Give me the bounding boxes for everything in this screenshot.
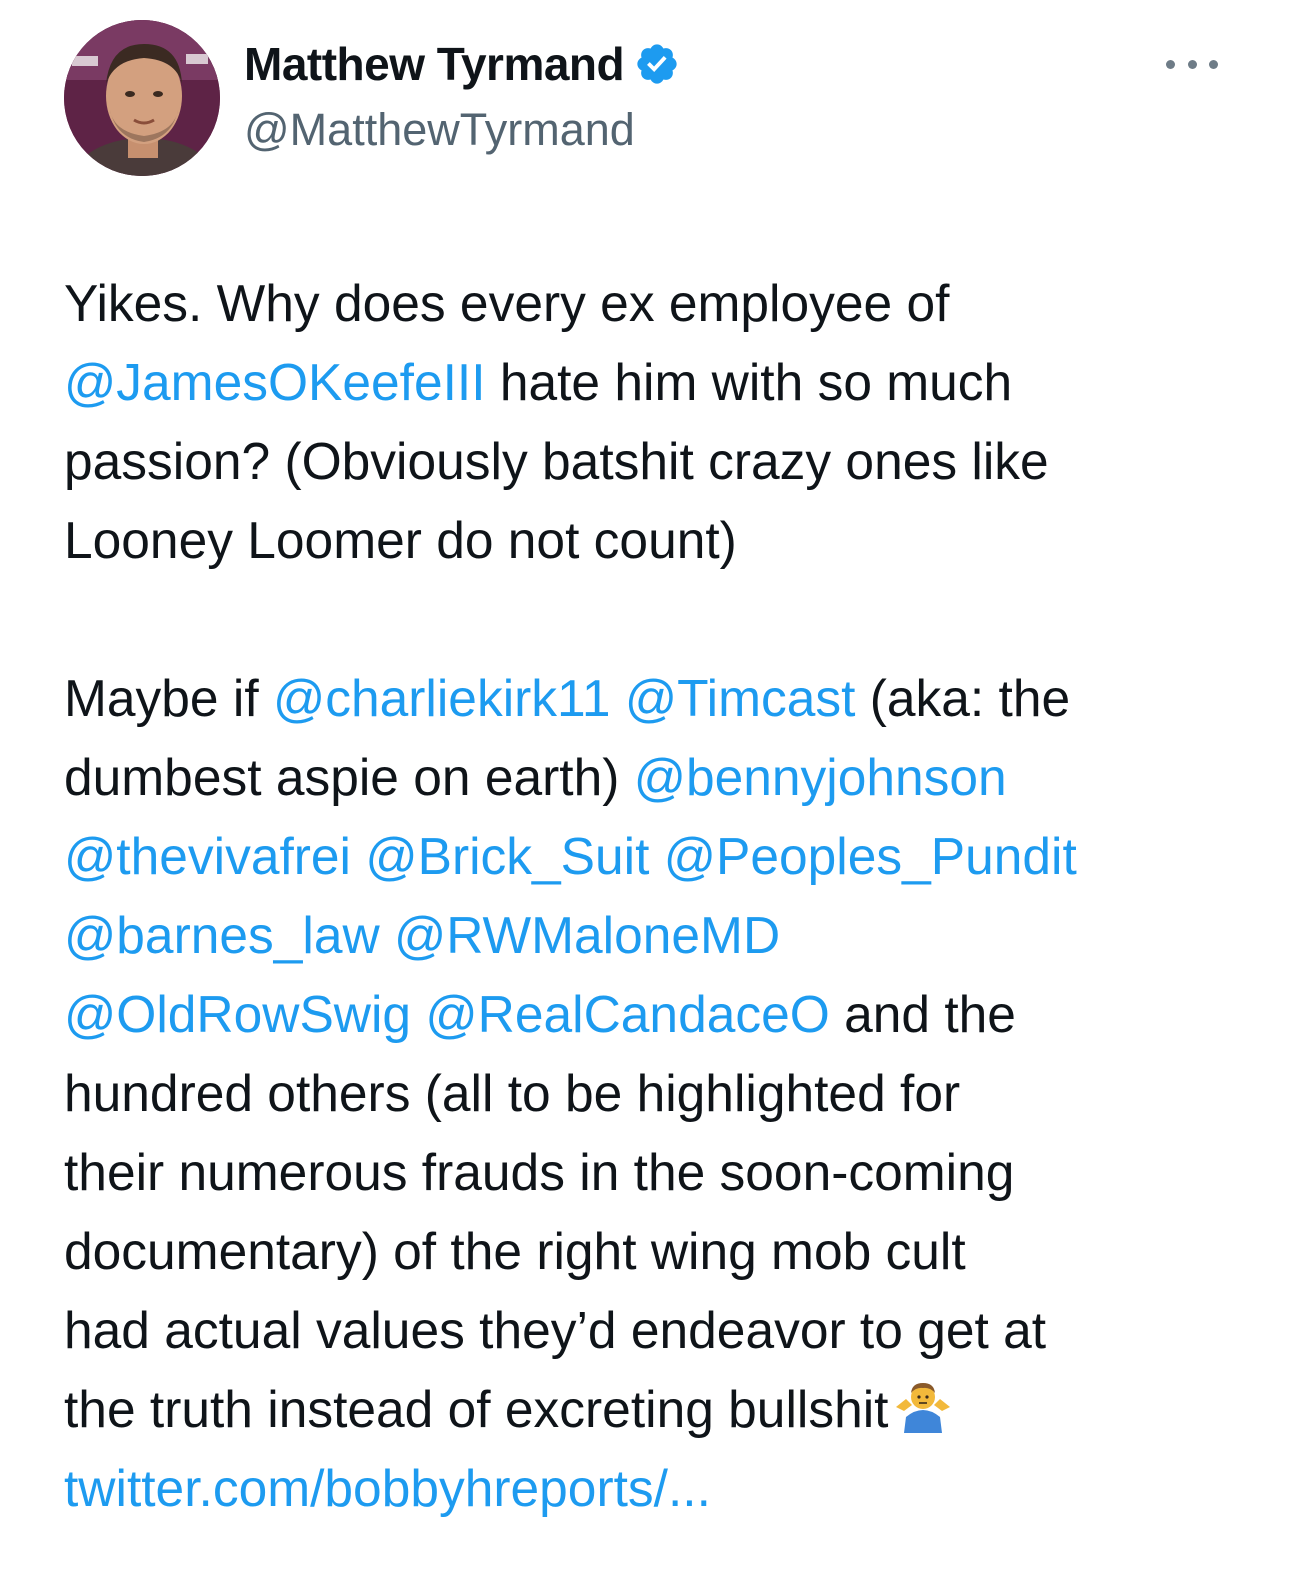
profile-photo-icon [64, 20, 220, 176]
text-span: hundred others (all to be highlighted fo… [64, 1064, 961, 1122]
mention-link[interactable]: @barnes_law [64, 906, 380, 964]
mention-link[interactable]: @Peoples_Pundit [664, 827, 1077, 885]
avatar[interactable] [64, 20, 220, 176]
tweet-line: @barnes_law @RWMaloneMD [64, 896, 1234, 975]
tweet-line: dumbest aspie on earth) @bennyjohnson [64, 738, 1234, 817]
verified-badge-icon [634, 41, 680, 87]
text-span: Looney Loomer do not count) [64, 511, 737, 569]
text-span: their numerous frauds in the soon-coming [64, 1143, 1015, 1201]
text-span: Yikes. Why does every ex employee of [64, 274, 950, 332]
text-span: and the [829, 985, 1016, 1043]
tweet-text: Yikes. Why does every ex employee of @Ja… [64, 264, 1234, 1528]
mention-link[interactable]: @RealCandaceO [425, 985, 829, 1043]
tweet-card: Matthew Tyrmand @MatthewTyrmand Yikes. W… [0, 0, 1290, 1580]
tweet-line: passion? (Obviously batshit crazy ones l… [64, 422, 1234, 501]
tweet-line: hundred others (all to be highlighted fo… [64, 1054, 1234, 1133]
mention-link[interactable]: @Brick_Suit [365, 827, 649, 885]
more-options-icon[interactable] [1166, 52, 1218, 76]
mention-link[interactable]: @RWMaloneMD [394, 906, 780, 964]
mention-link[interactable]: @Timcast [625, 669, 856, 727]
text-span: the truth instead of excreting bullshit [64, 1380, 889, 1438]
text-span: passion? (Obviously batshit crazy ones l… [64, 432, 1049, 490]
mention-link[interactable]: @charliekirk11 [273, 669, 611, 727]
paragraph-break [64, 580, 1234, 659]
tweet-line: @JamesOKeefeIII hate him with so much [64, 343, 1234, 422]
tweet-line: Maybe if @charliekirk11 @Timcast (aka: t… [64, 659, 1234, 738]
author-display-name[interactable]: Matthew Tyrmand [244, 36, 625, 92]
tweet-line: their numerous frauds in the soon-coming [64, 1133, 1234, 1212]
text-span: had actual values they’d endeavor to get… [64, 1301, 1047, 1359]
mention-link[interactable]: @JamesOKeefeIII [64, 353, 486, 411]
tweet-line: @OldRowSwig @RealCandaceO and the [64, 975, 1234, 1054]
author-name-row[interactable]: Matthew Tyrmand [244, 36, 680, 92]
author-handle[interactable]: @MatthewTyrmand [244, 102, 635, 158]
text-span: (aka: the [855, 669, 1071, 727]
tweet-line: @thevivafrei @Brick_Suit @Peoples_Pundit [64, 817, 1234, 896]
tweet-line: Yikes. Why does every ex employee of [64, 264, 1234, 343]
text-span: documentary) of the right wing mob cult [64, 1222, 966, 1280]
mention-link[interactable]: @thevivafrei [64, 827, 351, 885]
text-span: Maybe if [64, 669, 273, 727]
text-span: dumbest aspie on earth) [64, 748, 634, 806]
tweet-line: twitter.com/bobbyhreports/... [64, 1449, 1234, 1528]
tweet-line: had actual values they’d endeavor to get… [64, 1291, 1234, 1370]
external-link[interactable]: twitter.com/bobbyhreports/... [64, 1459, 711, 1517]
text-span: hate him with so much [485, 353, 1013, 411]
tweet-line: documentary) of the right wing mob cult [64, 1212, 1234, 1291]
tweet-line: Looney Loomer do not count) [64, 501, 1234, 580]
person-shrugging-emoji-icon [892, 1376, 954, 1433]
mention-link[interactable]: @OldRowSwig [64, 985, 411, 1043]
mention-link[interactable]: @bennyjohnson [634, 748, 1007, 806]
tweet-line: the truth instead of excreting bullshit [64, 1370, 1234, 1449]
text-span [611, 669, 625, 727]
